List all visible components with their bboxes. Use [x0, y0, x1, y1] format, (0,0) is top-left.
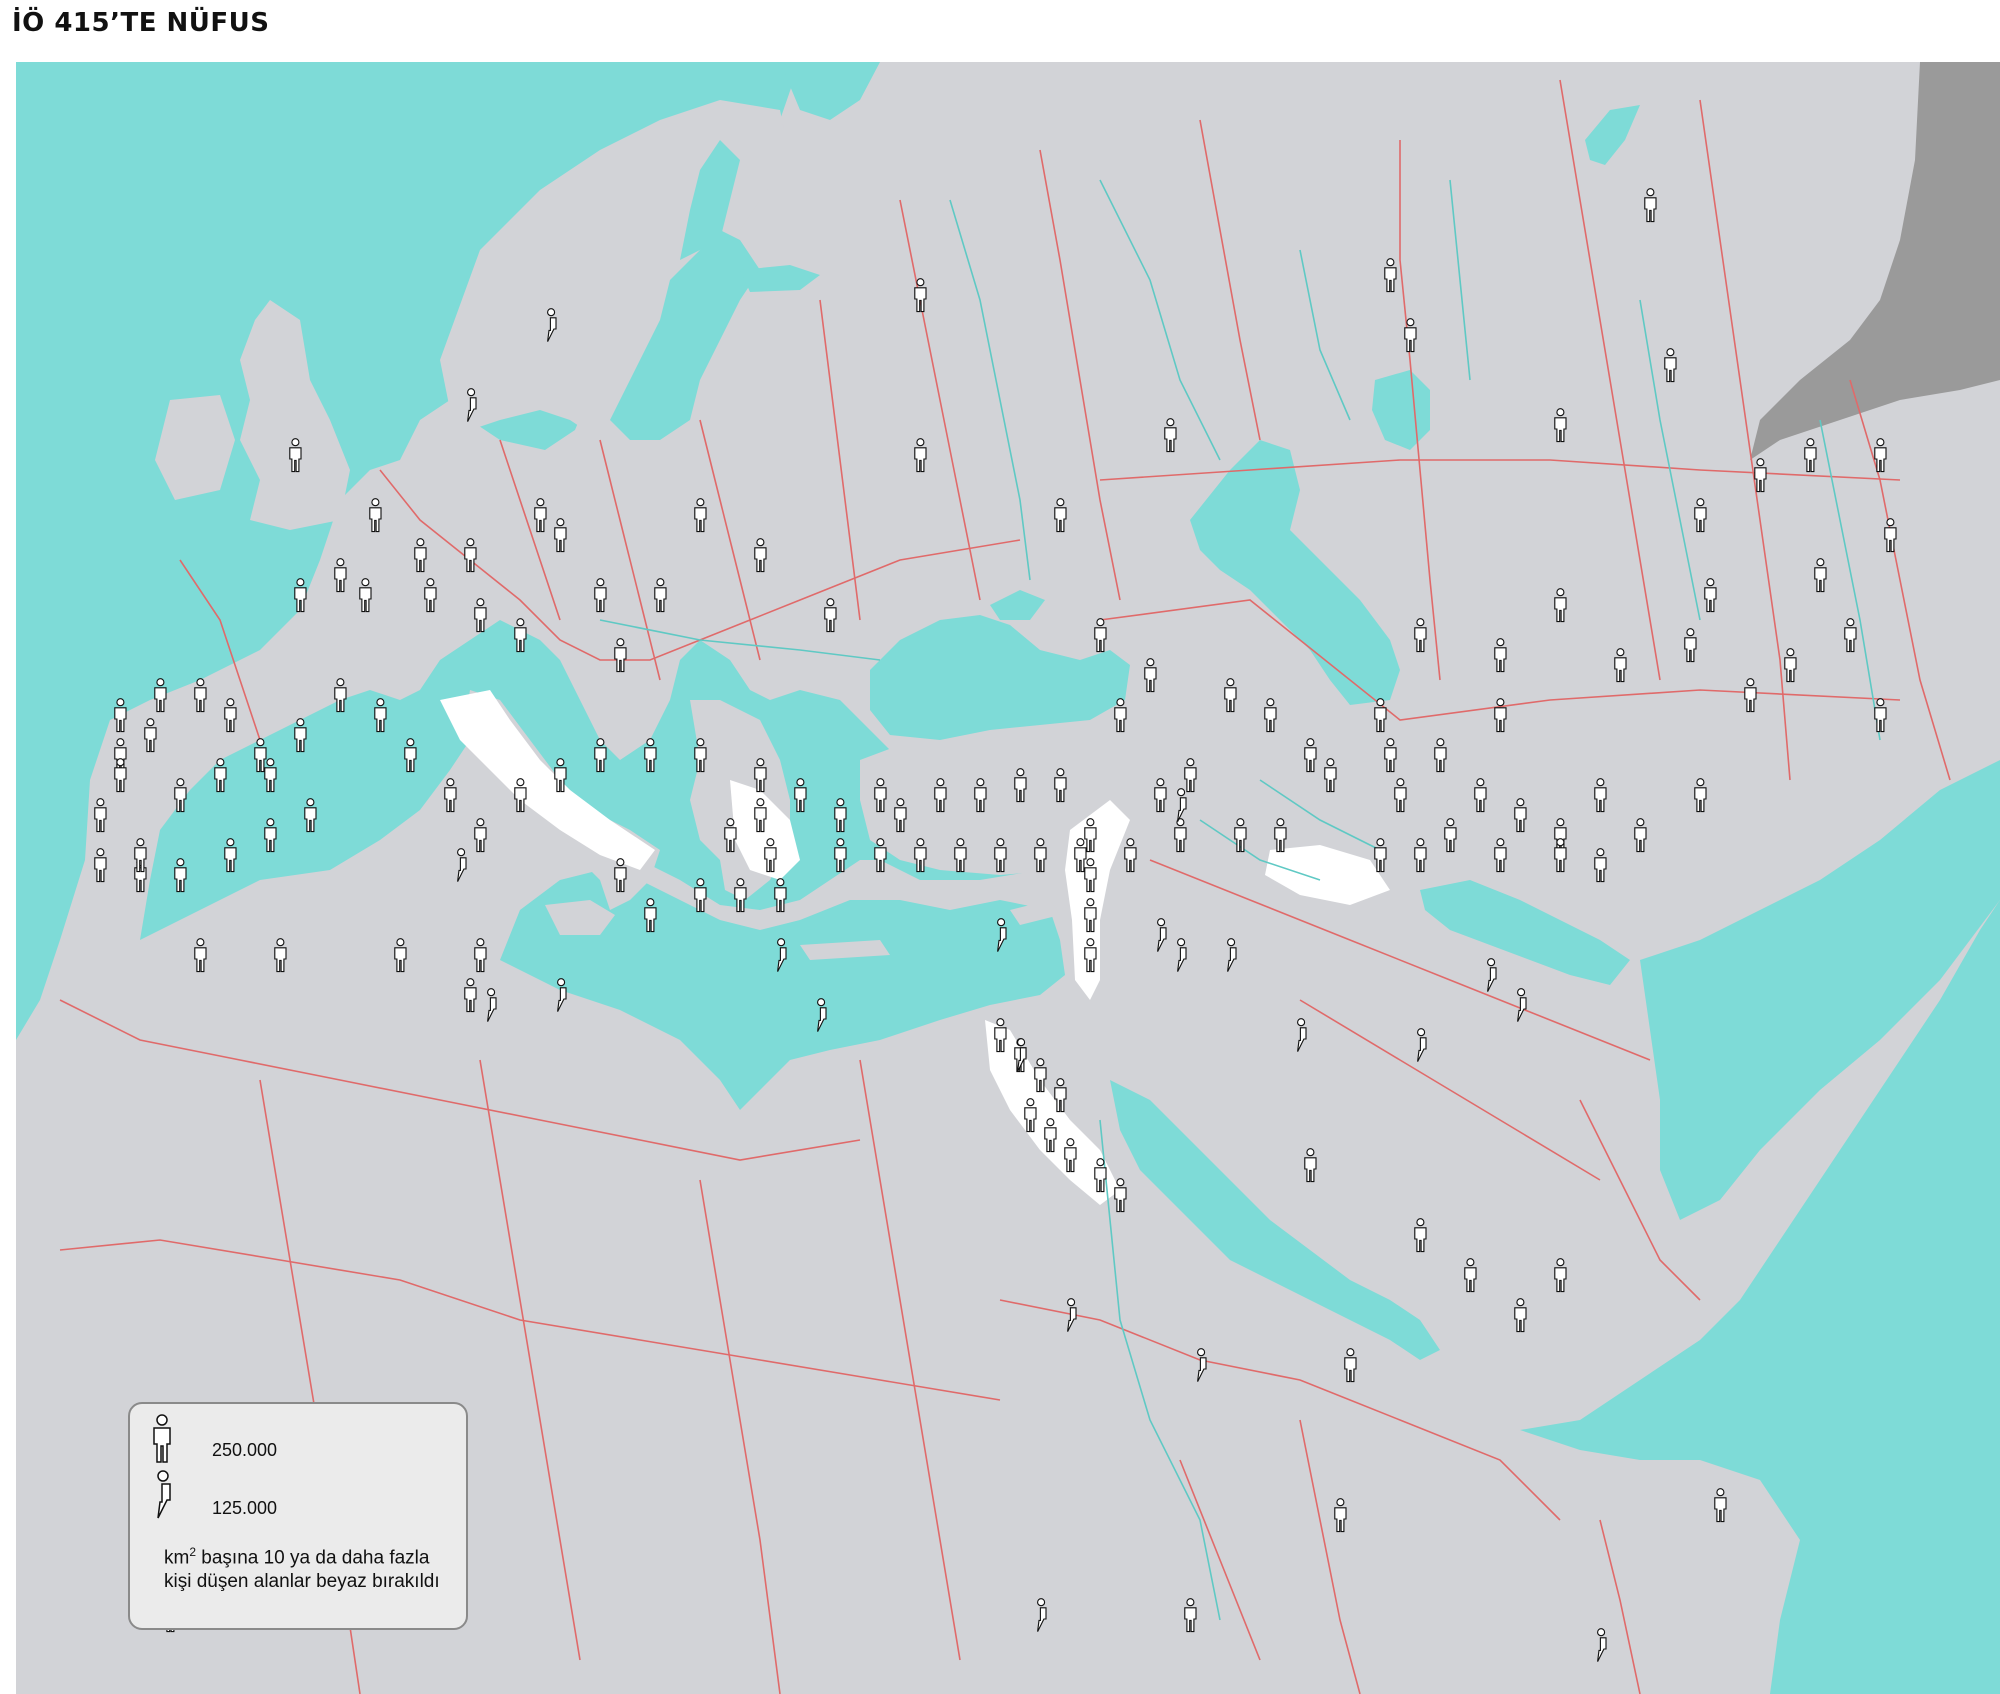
legend-note-superscript: 2 — [189, 1545, 197, 1559]
legend-half-row: 125.000 — [150, 1470, 277, 1520]
legend-full-row: 250.000 — [150, 1414, 277, 1464]
legend-full-label: 250.000 — [212, 1440, 278, 1460]
person-half-icon — [157, 1470, 171, 1519]
legend-note: km2 başına 10 ya da daha fazla kişi düşe… — [164, 1540, 454, 1594]
map-title: İÖ 415’TE NÜFUS — [12, 8, 270, 38]
person-full-icon — [153, 1414, 171, 1463]
legend-note-unit: km — [164, 1547, 190, 1569]
map-legend: 250.000 125.000 km2 başına 10 ya da daha… — [128, 1402, 468, 1630]
legend-half-label: 125.000 — [212, 1498, 278, 1518]
legend-note-text: başına 10 ya da daha fazla kişi düşen al… — [164, 1547, 440, 1593]
population-map: 250.000 125.000 km2 başına 10 ya da daha… — [16, 62, 2000, 1694]
